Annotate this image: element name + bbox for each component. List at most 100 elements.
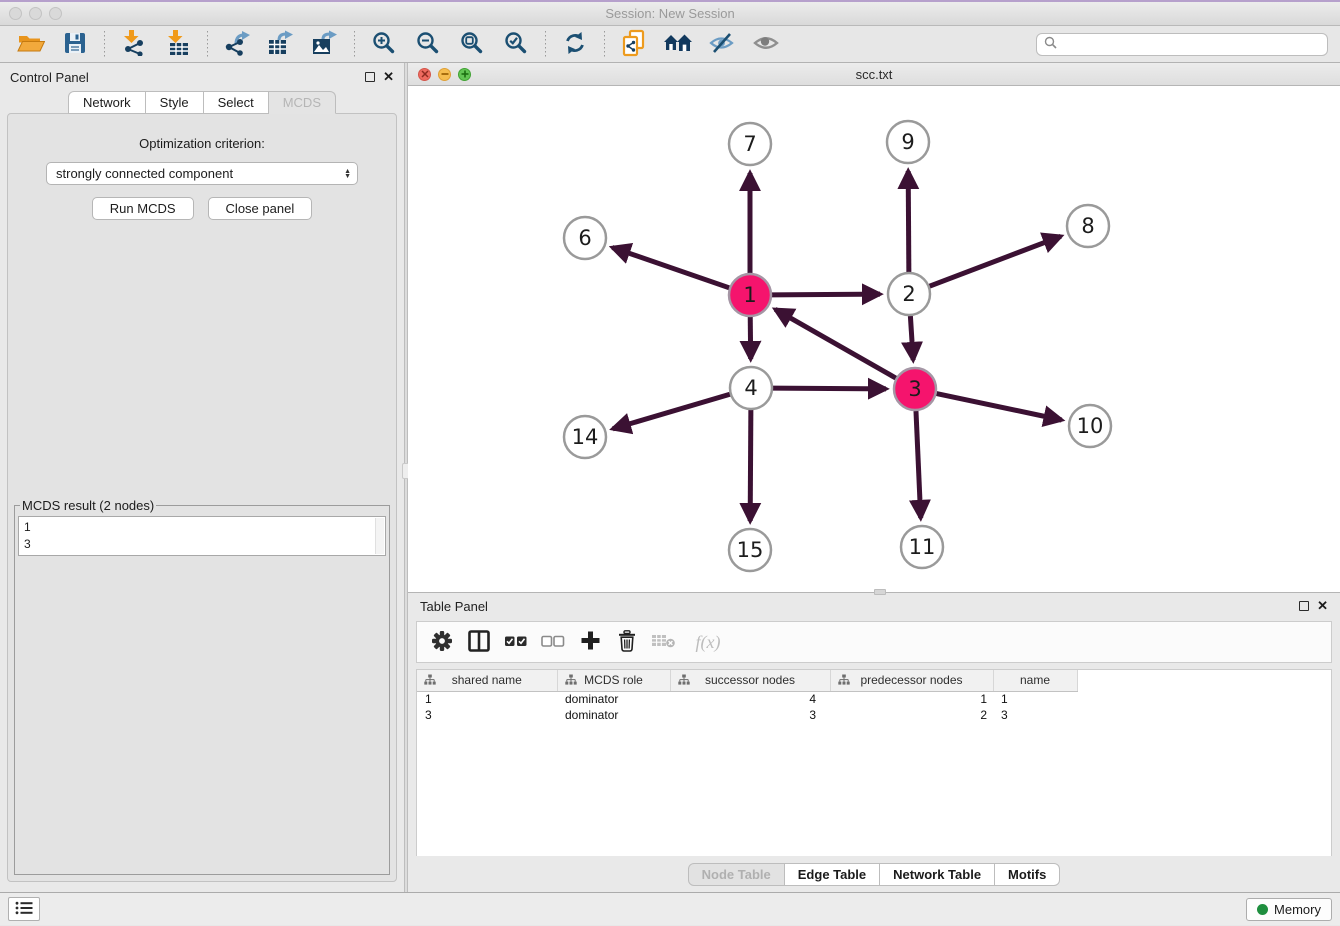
graph-edge-3-11[interactable] <box>916 411 921 518</box>
show-eye-button[interactable] <box>747 29 785 59</box>
task-history-button[interactable] <box>8 897 40 921</box>
close-table-panel-icon[interactable]: ✕ <box>1317 601 1328 611</box>
toolbar-separator <box>207 31 208 57</box>
tab-select[interactable]: Select <box>204 91 269 114</box>
table-settings-button[interactable] <box>427 627 457 657</box>
run-mcds-button[interactable]: Run MCDS <box>92 197 194 220</box>
export-network-icon <box>223 30 251 59</box>
memory-button[interactable]: Memory <box>1246 898 1332 921</box>
criterion-select[interactable]: strongly connected component ▲▼ <box>46 162 358 185</box>
float-table-panel-icon[interactable] <box>1299 601 1309 611</box>
zoom-in-icon <box>372 31 396 58</box>
tab-node-table[interactable]: Node Table <box>688 863 785 886</box>
hierarchy-icon <box>565 674 577 689</box>
network-window: scc.txt 7968124314101511 <box>408 63 1340 593</box>
network-zoom-icon[interactable] <box>458 68 471 81</box>
network-title: scc.txt <box>408 67 1340 82</box>
refresh-view-button[interactable] <box>556 29 594 59</box>
zoom-fit-button[interactable] <box>453 29 491 59</box>
tab-mcds[interactable]: MCDS <box>269 91 336 114</box>
export-table-button[interactable] <box>262 29 300 59</box>
delete-column-button[interactable] <box>612 627 642 657</box>
create-column-button[interactable] <box>575 627 605 657</box>
result-scrollbar[interactable] <box>375 518 384 554</box>
memory-status-icon <box>1257 904 1268 915</box>
graph-node-label-7: 7 <box>743 132 756 156</box>
table-row[interactable]: 3 dominator 3 2 3 <box>417 707 1077 723</box>
toolbar-separator <box>604 31 605 57</box>
export-image-icon <box>311 30 339 59</box>
column-header-mcds-role[interactable]: MCDS role <box>557 670 670 691</box>
result-line: 1 <box>24 519 380 536</box>
close-panel-icon[interactable]: ✕ <box>383 72 394 82</box>
zoom-fit-icon <box>460 31 484 58</box>
show-columns-button[interactable] <box>464 627 494 657</box>
delete-table-icon <box>651 632 677 653</box>
float-panel-icon[interactable] <box>365 72 375 82</box>
export-network-button[interactable] <box>218 29 256 59</box>
graph-edge-4-14[interactable] <box>613 394 730 429</box>
column-header-name[interactable]: name <box>993 670 1077 691</box>
columns-icon <box>468 630 490 655</box>
tab-motifs[interactable]: Motifs <box>995 863 1060 886</box>
tab-style[interactable]: Style <box>146 91 204 114</box>
select-all-icon <box>504 633 528 652</box>
table-row[interactable]: 1 dominator 4 1 1 <box>417 691 1077 707</box>
export-image-button[interactable] <box>306 29 344 59</box>
save-floppy-icon <box>63 31 87 58</box>
hierarchy-icon <box>678 674 690 689</box>
search-input[interactable] <box>1062 37 1320 51</box>
column-header-shared-name[interactable]: shared name <box>417 670 557 691</box>
function-builder-button[interactable]: f(x) <box>686 627 730 657</box>
import-network-icon <box>121 29 147 59</box>
graph-edge-2-3[interactable] <box>910 316 913 360</box>
hide-eye-button[interactable] <box>703 29 741 59</box>
search-icon <box>1044 36 1057 52</box>
graph-edge-2-9[interactable] <box>908 171 909 272</box>
zoom-out-button[interactable] <box>409 29 447 59</box>
import-table-button[interactable] <box>159 29 197 59</box>
graph-node-label-8: 8 <box>1081 214 1094 238</box>
open-file-button[interactable] <box>12 29 50 59</box>
graph-edge-3-10[interactable] <box>937 394 1062 420</box>
tab-network-table[interactable]: Network Table <box>880 863 995 886</box>
graph-edge-1-6[interactable] <box>612 247 729 287</box>
memory-label: Memory <box>1274 902 1321 917</box>
deselect-all-icon <box>541 633 565 652</box>
zoom-selected-icon <box>504 31 528 58</box>
list-icon <box>15 901 33 918</box>
function-icon: f(x) <box>696 632 721 653</box>
close-panel-button[interactable]: Close panel <box>208 197 313 220</box>
graph-edge-4-15[interactable] <box>750 410 751 521</box>
copy-network-button[interactable] <box>615 29 653 59</box>
tab-edge-table[interactable]: Edge Table <box>785 863 880 886</box>
show-eye-icon <box>752 32 780 57</box>
zoom-selected-button[interactable] <box>497 29 535 59</box>
delete-table-button[interactable] <box>649 627 679 657</box>
import-network-button[interactable] <box>115 29 153 59</box>
deselect-all-button[interactable] <box>538 627 568 657</box>
graph-edge-1-2[interactable] <box>772 294 880 295</box>
graph-edge-2-8[interactable] <box>930 236 1061 286</box>
network-close-icon[interactable] <box>418 68 431 81</box>
search-field[interactable] <box>1036 33 1328 56</box>
houses-icon <box>663 31 693 58</box>
zoom-in-button[interactable] <box>365 29 403 59</box>
column-header-predecessor-nodes[interactable]: predecessor nodes <box>830 670 993 691</box>
houses-button[interactable] <box>659 29 697 59</box>
network-titlebar: scc.txt <box>408 63 1340 86</box>
network-table-splitter-handle[interactable] <box>874 589 886 595</box>
right-column: scc.txt 7968124314101511 <box>408 63 1340 892</box>
status-bar: Memory <box>0 892 1340 925</box>
graph-edge-4-3[interactable] <box>773 388 886 389</box>
network-canvas[interactable]: 7968124314101511 <box>408 86 1340 592</box>
graph-edge-3-1[interactable] <box>775 309 896 378</box>
save-session-button[interactable] <box>56 29 94 59</box>
mcds-result-title: MCDS result (2 nodes) <box>20 498 156 513</box>
tab-network[interactable]: Network <box>68 91 146 114</box>
column-header-successor-nodes[interactable]: successor nodes <box>670 670 830 691</box>
select-all-button[interactable] <box>501 627 531 657</box>
network-minimize-icon[interactable] <box>438 68 451 81</box>
mcds-result-text[interactable]: 1 3 <box>18 516 386 556</box>
node-table: shared name MCDS role successor nodes <box>417 670 1078 723</box>
